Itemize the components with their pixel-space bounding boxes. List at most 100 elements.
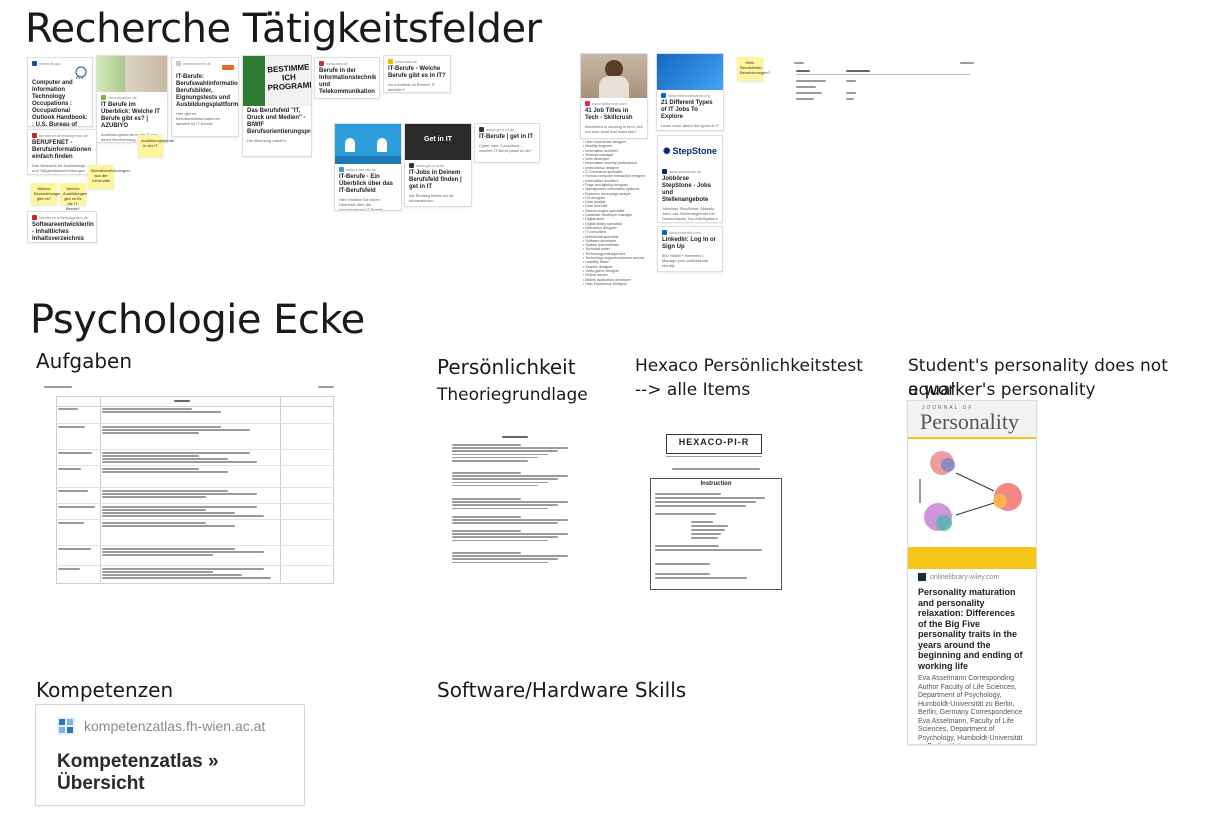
text-line <box>452 456 538 459</box>
table-cell-line <box>102 426 221 428</box>
text-line <box>452 519 568 521</box>
table-row-label <box>58 426 85 428</box>
text-line <box>452 472 522 474</box>
table-cell-line <box>102 429 250 431</box>
link-card-getinit[interactable]: www.get-in-it.de IT-Berufe | get in IT C… <box>474 123 540 163</box>
wiley-diagram <box>908 439 1036 547</box>
sticky-note-4[interactable]: Welche Ausbildungen gibt es für die IT-B… <box>60 183 87 211</box>
text-line <box>691 529 725 531</box>
types-thumbnail <box>657 54 723 90</box>
link-card-it-ueberblick[interactable]: www.it-berufe.de IT-Berufe - Ein Überbli… <box>334 123 402 211</box>
job-list-item: • Management information systems <box>583 187 640 192</box>
text-line <box>452 561 548 564</box>
link-card-softwareentwickler[interactable]: berufenet.arbeitsagentur.de Softwareentw… <box>27 211 97 243</box>
hexaco-document[interactable]: HEXACO-PI-R Instruction <box>648 432 784 592</box>
link-card-itjobs[interactable]: Get in IT www.get-in-it.de IT-Jobs in De… <box>404 123 472 207</box>
table-row-divider <box>56 487 333 488</box>
ams-favicon-icon <box>319 61 324 66</box>
text-line <box>691 525 728 527</box>
job-list-item: • User Experience Designer <box>583 281 628 286</box>
table-cell-line <box>102 506 257 508</box>
table-cell-line <box>102 432 199 434</box>
table-cell-line <box>102 522 206 524</box>
table-cell-line <box>102 515 264 517</box>
link-card-welche-berufe[interactable]: www.ams.at IT-Berufe - Welche Berufe gib… <box>383 55 451 93</box>
text-line <box>452 475 568 477</box>
text-line <box>452 484 538 487</box>
link-card-berufsbilder[interactable]: www.karriere.at IT-Berufe: Berufswahlinf… <box>171 57 239 137</box>
text-line <box>655 563 710 565</box>
link-card-linkedin[interactable]: www.linkedin.com LinkedIn: Log In or Sig… <box>657 226 723 272</box>
table-cell-line <box>102 512 235 514</box>
text-line <box>452 555 568 557</box>
table-cell-line <box>102 574 242 576</box>
table-cell-line <box>102 458 228 460</box>
aufgaben-table-document[interactable] <box>40 382 336 584</box>
table-cell-line <box>102 525 235 527</box>
table-row-label <box>58 548 91 550</box>
link-card-berufe-it[interactable]: www.ams.at Berufe in der Informationstec… <box>314 57 380 99</box>
link-card-bls[interactable]: www.bls.gov BLS Computer and Information… <box>27 57 93 127</box>
stepstone-logo: ✺ StepStone <box>662 145 718 157</box>
link-card-stepstone[interactable]: ✺ StepStone www.stepstone.de Jobbörse Ste… <box>657 135 723 223</box>
link-card-berufenet[interactable]: berufenet.arbeitsagentur.de BERUFENET - … <box>27 129 97 175</box>
text-line <box>452 522 558 524</box>
sticky-note-3[interactable]: Welche Bezeichnungen gibt es? <box>31 183 62 205</box>
table-cell-line <box>102 551 264 553</box>
job-titles-list[interactable]: • User experience designer • Mobility eng… <box>583 140 645 290</box>
text-line <box>655 577 747 579</box>
text-line <box>452 481 548 484</box>
table-row-label <box>58 452 92 454</box>
frame-title-kompetenzen: Kompetenzen <box>36 678 174 702</box>
table-row-label <box>58 408 78 410</box>
azubiyo-thumbnail <box>97 56 167 92</box>
table-cell-line <box>102 461 257 463</box>
sticky-note-2[interactable]: Berufsbezeichnungen aus der Informatik <box>88 165 130 189</box>
wiley-favicon-icon <box>918 573 926 581</box>
table-cell-line <box>102 496 206 498</box>
text-line <box>452 516 522 518</box>
stepstone-favicon-icon <box>662 169 667 174</box>
table-cell-line <box>102 493 257 495</box>
link-card-wiley[interactable]: JOURNAL OF Personality onlinelibrary.wil… <box>907 400 1037 745</box>
text-line <box>655 545 719 547</box>
link-card-programmierer[interactable]: BESTIMME ICH PROGRAMMIER Das Berufsfeld … <box>242 55 312 157</box>
table-cell-line <box>102 471 228 473</box>
link-card-azubiyo[interactable]: www.azubiyo.de IT Berufe im Überblick: W… <box>96 55 168 143</box>
link-card-types[interactable]: www.freecodecamp.org 21 Different Types … <box>656 53 724 131</box>
table-row-label <box>58 568 80 570</box>
text-line <box>452 453 548 456</box>
link-card-kompetenzatlas[interactable]: kompetenzatlas.fh-wien.ac.at Kompetenzat… <box>35 704 305 806</box>
table-cell-line <box>102 577 271 579</box>
table-row-label <box>58 506 95 508</box>
text-line <box>452 530 522 532</box>
jobtitles-thumbnail <box>581 54 647 98</box>
link-card-jobtitles[interactable]: www.skillcrush.com 41 Job Titles in Tech… <box>580 53 648 139</box>
frame-title-aufgaben: Aufgaben <box>36 349 133 373</box>
sticky-note-5[interactable]: Mehr Berufsfelder: Bezeichnungen? <box>737 57 770 81</box>
ams-favicon-icon-2 <box>388 59 393 64</box>
text-line <box>655 497 766 499</box>
hexaco-title-box: HEXACO-PI-R <box>666 434 762 454</box>
frame-subtitle-items: --> alle Items <box>635 380 751 400</box>
table-row-label <box>58 522 84 524</box>
table-cell-line <box>102 452 250 454</box>
table-row-divider <box>56 423 333 424</box>
karriere-favicon-icon <box>176 61 181 66</box>
itberufe-favicon-icon <box>339 167 344 172</box>
svg-text:BLS: BLS <box>76 75 84 80</box>
linkedin-favicon-icon <box>662 230 667 235</box>
itjobs-thumbnail: Get in IT <box>405 124 471 160</box>
text-line <box>655 501 756 503</box>
arbeitsagentur-favicon-icon <box>32 133 37 138</box>
text-line <box>452 533 568 535</box>
sticky-note-1[interactable]: Ausbildungsberufe in der IT <box>138 135 174 157</box>
text-line <box>655 513 716 515</box>
ueberblick-thumbnail <box>335 124 401 164</box>
text-line <box>452 460 528 462</box>
bls-logo-icon: BLS <box>74 66 88 80</box>
table-row-divider <box>56 565 333 566</box>
persoenlichkeit-document[interactable] <box>450 432 582 574</box>
table-document-thumbnail[interactable] <box>790 58 980 108</box>
text-line <box>691 533 722 535</box>
